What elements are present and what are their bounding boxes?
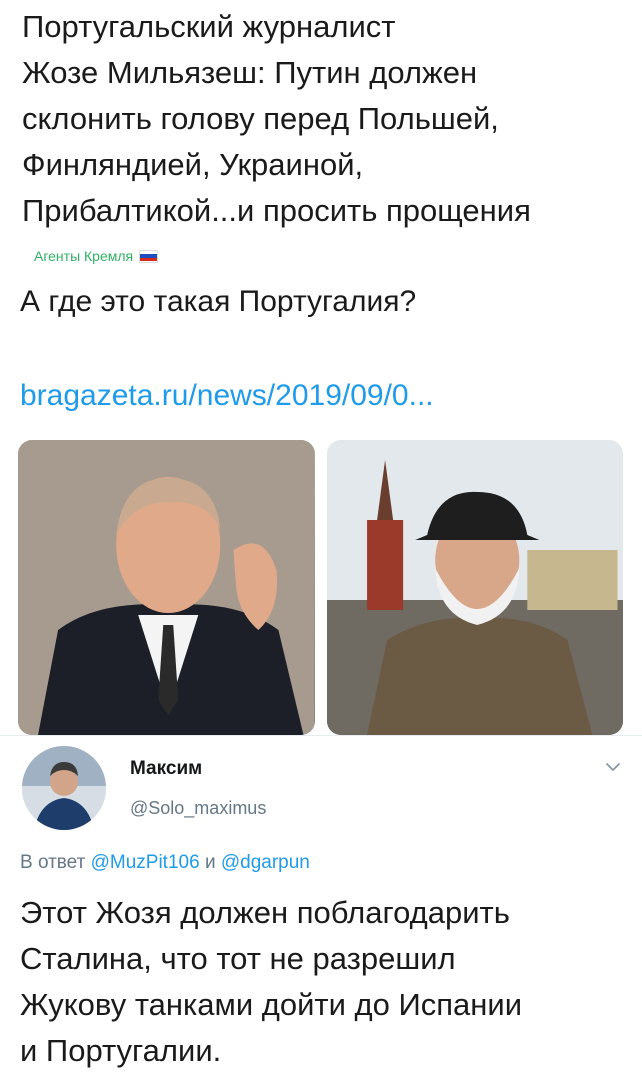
avatar[interactable]: [22, 746, 106, 830]
question-text: А где это такая Португалия?: [20, 285, 417, 318]
reply-user-1[interactable]: @MuzPit106: [91, 852, 200, 873]
reply-user-2[interactable]: @dgarpun: [221, 852, 310, 873]
media-image-right[interactable]: [326, 440, 623, 735]
user-handle[interactable]: @Solo_maximus: [130, 798, 266, 819]
russian-flag-icon: [139, 249, 159, 263]
divider: [0, 735, 642, 736]
source-name: Агенты Кремля: [34, 248, 134, 264]
article-link[interactable]: bragazeta.ru/news/2019/09/0...: [20, 376, 434, 416]
user-name[interactable]: Максим: [130, 758, 202, 780]
chevron-down-icon[interactable]: [604, 758, 622, 776]
man-in-suit-photo-icon: [18, 440, 315, 735]
reply-text: Этот Жозя должен поблагодарить Сталина, …: [20, 895, 523, 1068]
reply-to-line: В ответ @MuzPit106 и @dgarpun: [20, 852, 310, 874]
media-grid: [18, 440, 623, 735]
user-avatar-icon: [22, 746, 106, 830]
bearded-man-kremlin-photo-icon: [326, 440, 623, 735]
headline: Португальский журналист Жозе Мильязеш: П…: [22, 9, 531, 228]
media-image-left[interactable]: [18, 440, 315, 735]
reply-prefix: В ответ: [20, 852, 86, 873]
source-label[interactable]: Агенты Кремля: [34, 248, 159, 264]
reply-and: и: [204, 852, 216, 873]
